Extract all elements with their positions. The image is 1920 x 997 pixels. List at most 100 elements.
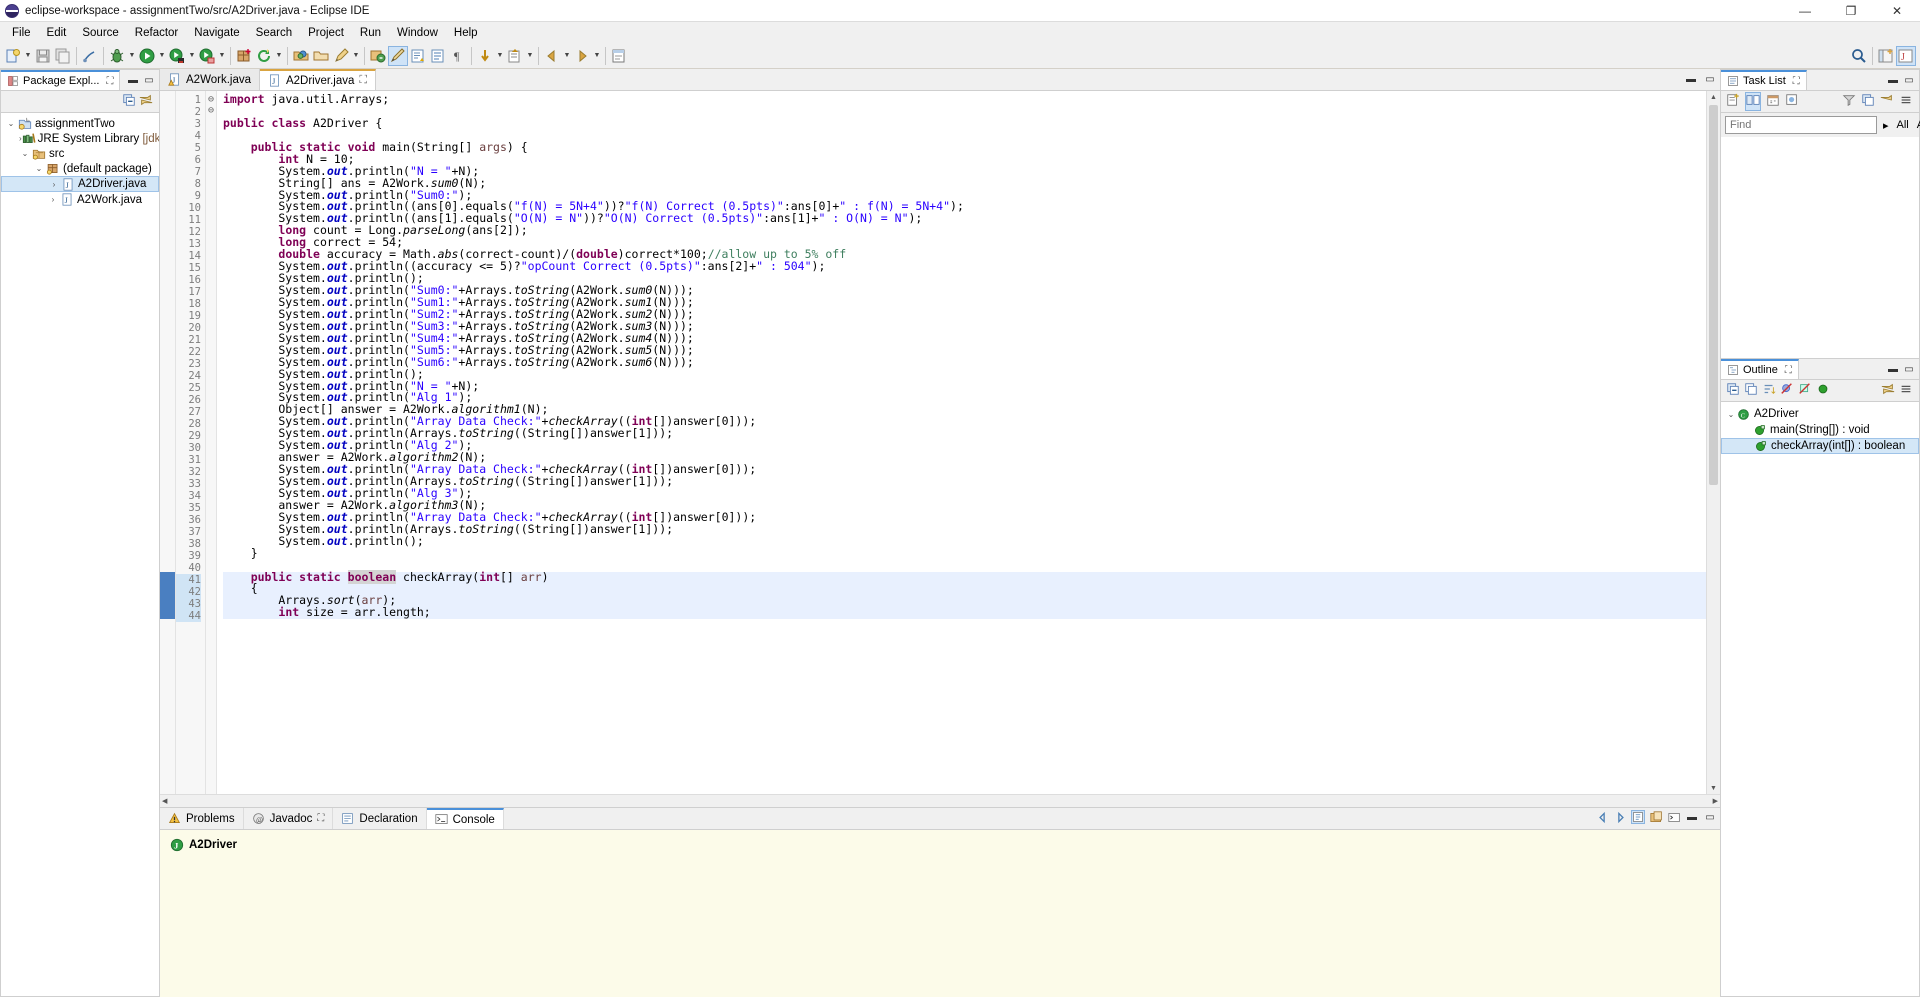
open-console-icon[interactable] <box>1667 810 1681 824</box>
code-line[interactable]: public static boolean checkArray(int[] a… <box>223 569 1706 584</box>
maximize-icon[interactable]: ▭ <box>1703 72 1717 86</box>
marker-cell[interactable] <box>160 321 175 333</box>
marker-cell[interactable] <box>160 500 175 512</box>
marker-cell[interactable] <box>160 416 175 428</box>
editor-horizontal-scrollbar[interactable]: ◀ ▶ <box>160 794 1720 807</box>
pilcrow-icon[interactable]: ¶ <box>448 46 468 66</box>
outline-item-checkarray[interactable]: checkArray(int[]) : boolean <box>1721 438 1919 454</box>
minimize-icon[interactable]: ▬ <box>1886 74 1900 86</box>
menu-item-help[interactable]: Help <box>446 25 486 41</box>
next-icon[interactable] <box>1613 810 1627 824</box>
minimize-icon[interactable]: ▬ <box>1886 363 1900 375</box>
code-line[interactable]: System.out.println(Arrays.toString((Stri… <box>223 523 1706 536</box>
marker-cell[interactable] <box>160 166 175 178</box>
marker-cell[interactable] <box>160 583 175 596</box>
marker-cell[interactable] <box>160 237 175 249</box>
back-icon[interactable] <box>542 46 562 66</box>
debug-icon[interactable] <box>107 46 127 66</box>
marker-cell[interactable] <box>160 524 175 536</box>
marker-cell[interactable] <box>160 94 175 106</box>
open-type-icon[interactable] <box>291 46 311 66</box>
quickfix-icon[interactable] <box>331 46 351 66</box>
view-menu-icon[interactable] <box>1899 93 1913 110</box>
chevron-right-icon[interactable]: › <box>48 180 60 189</box>
marker-cell[interactable] <box>160 345 175 357</box>
marker-cell[interactable] <box>160 357 175 369</box>
tab-console[interactable]: Console <box>426 808 504 829</box>
expand-all-icon[interactable] <box>1744 382 1758 399</box>
marker-cell[interactable] <box>160 404 175 416</box>
marker-cell[interactable] <box>160 369 175 381</box>
run-icon[interactable] <box>137 46 157 66</box>
previous-icon[interactable] <box>1595 810 1609 824</box>
find-input[interactable] <box>1725 116 1877 134</box>
folding-ruler[interactable]: ⊖ ⊖ <box>206 91 217 794</box>
debug-dropdown-icon[interactable]: ▼ <box>127 46 137 66</box>
tree-item-jre-system-library[interactable]: ›JRE System Library [jdk-1 <box>1 131 159 146</box>
scroll-right-icon[interactable]: ▶ <box>1713 797 1718 805</box>
run-dropdown-icon[interactable]: ▼ <box>157 46 167 66</box>
maximize-icon[interactable]: ▭ <box>1902 74 1916 86</box>
tab-package-explorer[interactable]: Package Expl... ⛶ <box>1 70 121 90</box>
activate-link[interactable]: Activate... <box>1915 119 1920 131</box>
coverage-icon[interactable] <box>197 46 217 66</box>
marker-cell[interactable] <box>160 190 175 202</box>
code-line[interactable]: Arrays.sort(arr); <box>223 594 1706 608</box>
coverage-dropdown-icon[interactable]: ▼ <box>217 46 227 66</box>
menu-item-file[interactable]: File <box>4 25 39 41</box>
marker-cell[interactable] <box>160 106 175 118</box>
display-selected-console-icon[interactable] <box>1649 810 1663 824</box>
new-icon[interactable] <box>3 46 23 66</box>
marker-cell[interactable] <box>160 225 175 237</box>
tree-item-a2work-java[interactable]: › J A2Work.java <box>1 192 159 207</box>
close-icon[interactable]: ⛶ <box>106 76 113 87</box>
marker-cell[interactable] <box>160 297 175 309</box>
marker-cell[interactable] <box>160 142 175 154</box>
scroll-up-icon[interactable]: ▲ <box>1707 91 1720 103</box>
close-button[interactable]: ✕ <box>1874 0 1920 22</box>
quick-access-search-icon[interactable] <box>1849 46 1869 66</box>
outline-item-main[interactable]: main(String[]) : void <box>1721 422 1919 438</box>
marker-cell[interactable] <box>160 392 175 404</box>
hide-static-icon[interactable] <box>1798 382 1812 399</box>
code-line[interactable]: } <box>223 547 1706 560</box>
menu-item-project[interactable]: Project <box>300 25 352 41</box>
next-edit-icon[interactable] <box>475 46 495 66</box>
minimize-icon[interactable]: ▬ <box>126 74 140 86</box>
open-perspective-icon[interactable] <box>1876 46 1896 66</box>
menu-item-window[interactable]: Window <box>389 25 446 41</box>
run-last-dropdown-icon[interactable]: ▼ <box>187 46 197 66</box>
marker-cell[interactable] <box>160 476 175 488</box>
annotation-toggle-icon[interactable] <box>388 45 408 66</box>
marker-cell[interactable] <box>160 488 175 500</box>
scroll-left-icon[interactable]: ◀ <box>162 797 167 805</box>
code-line[interactable]: int size = arr.length; <box>223 606 1706 620</box>
fold-toggle-icon[interactable]: ⊖ <box>206 105 216 116</box>
marker-cell[interactable] <box>160 249 175 261</box>
fold-toggle-icon[interactable]: ⊖ <box>206 94 216 105</box>
all-filter-label[interactable]: All <box>1895 119 1911 131</box>
menu-item-source[interactable]: Source <box>74 25 126 41</box>
code-line[interactable]: public static void main(String[] args) { <box>223 141 1706 154</box>
marker-cell[interactable] <box>160 285 175 297</box>
menu-item-navigate[interactable]: Navigate <box>186 25 247 41</box>
tab-outline[interactable]: Outline ⛶ <box>1721 359 1799 379</box>
marker-cell[interactable] <box>160 381 175 393</box>
tree-item-default-package[interactable]: ⌄ (default package) <box>1 161 159 176</box>
marker-cell[interactable] <box>160 571 175 584</box>
tab-javadoc[interactable]: @ Javadoc ⛶ <box>244 808 334 829</box>
search-type-icon[interactable] <box>368 46 388 66</box>
save-icon[interactable] <box>33 46 53 66</box>
new-dropdown-icon[interactable]: ▼ <box>23 46 33 66</box>
marker-cell[interactable] <box>160 309 175 321</box>
maximize-icon[interactable]: ▭ <box>142 74 156 86</box>
outline-item-a2driver[interactable]: ⌄ C A2Driver <box>1721 406 1919 422</box>
java-perspective-icon[interactable]: J <box>1896 46 1916 66</box>
link-with-editor-icon[interactable] <box>139 93 153 110</box>
menu-item-edit[interactable]: Edit <box>39 25 75 41</box>
toggle-markoccurrences-icon[interactable] <box>80 46 100 66</box>
close-icon[interactable]: ⛶ <box>1793 76 1800 87</box>
previous-annotation-icon[interactable] <box>428 46 448 66</box>
collapse-all-icon[interactable] <box>1726 382 1740 399</box>
marker-cell[interactable] <box>160 452 175 464</box>
